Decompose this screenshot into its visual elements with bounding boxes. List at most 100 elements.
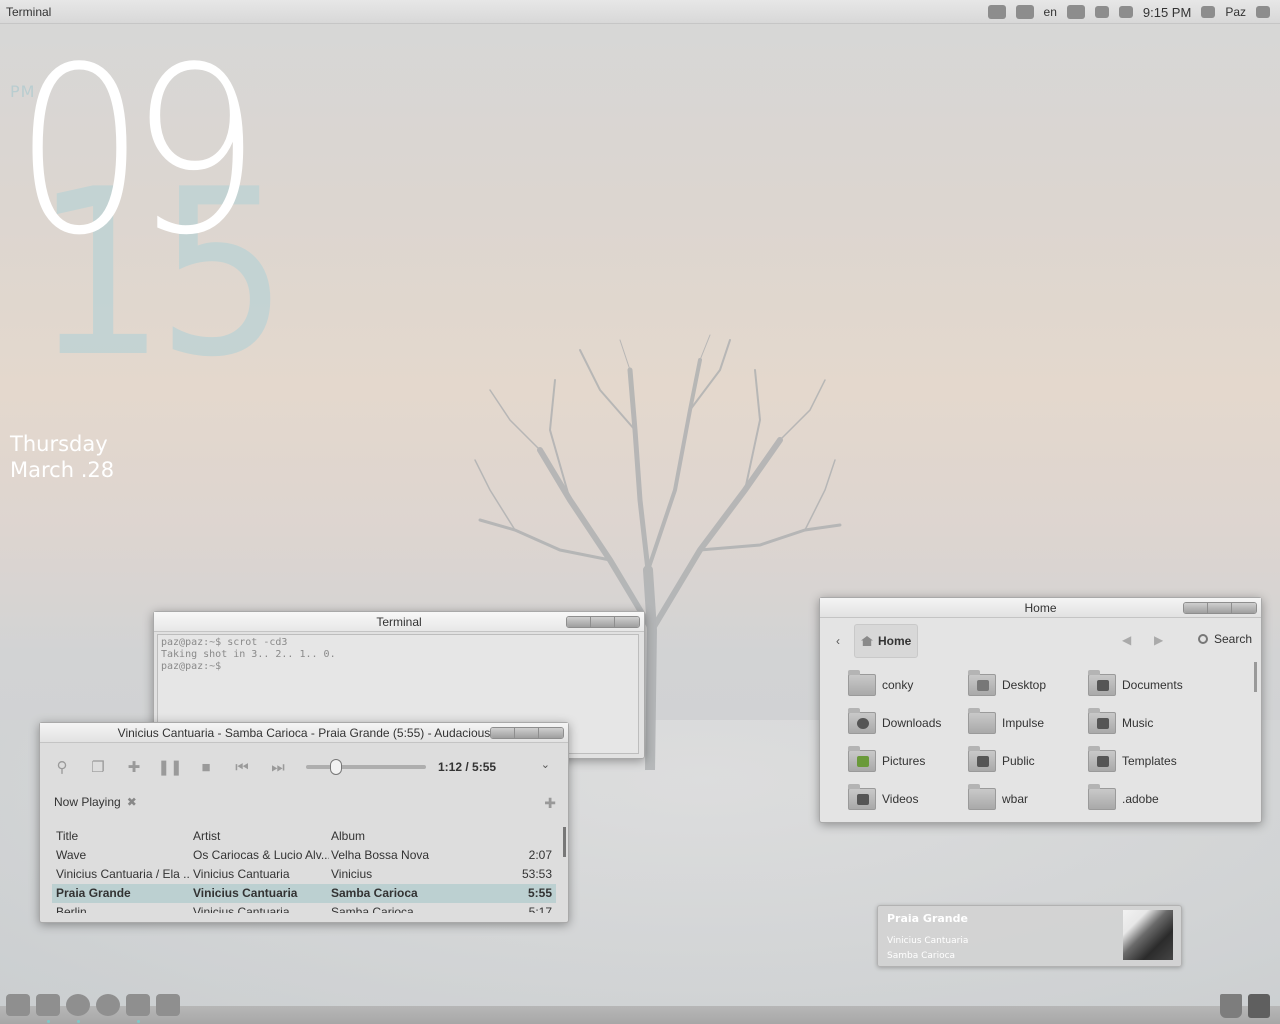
maximize-button[interactable]	[1208, 603, 1232, 613]
mail-icon[interactable]	[1066, 5, 1085, 19]
bottom-dock	[0, 990, 1280, 1024]
playlist-scrollbar[interactable]	[563, 827, 566, 857]
track-album: Samba Carioca	[331, 905, 414, 913]
trash-icon[interactable]	[1220, 994, 1242, 1018]
window-controls	[1183, 602, 1257, 614]
track-length: 2:07	[528, 848, 552, 862]
table-row-playing[interactable]: Praia Grande Vinicius Cantuaria Samba Ca…	[52, 884, 556, 903]
folder-item[interactable]: Pictures	[848, 742, 968, 780]
stop-icon[interactable]: ■	[196, 758, 216, 776]
folder-item[interactable]: conky	[848, 666, 968, 704]
workspace-switcher-icon[interactable]	[1248, 994, 1270, 1018]
folder-item[interactable]: Impulse	[968, 704, 1088, 742]
folder-label: Videos	[882, 792, 919, 806]
table-row[interactable]: Berlin Vinicius Cantuaria Samba Carioca …	[52, 903, 556, 913]
previous-icon[interactable]: ⏮	[232, 758, 252, 776]
track-title: Berlin	[56, 905, 87, 913]
table-row[interactable]: Wave Os Cariocas & Lucio Alv... Velha Bo…	[52, 846, 556, 865]
folder-label: Pictures	[882, 754, 926, 768]
folder-label: Music	[1122, 716, 1154, 730]
running-indicator	[47, 1020, 50, 1023]
seek-slider[interactable]	[306, 759, 426, 775]
chevron-down-icon[interactable]: ⌄	[541, 758, 550, 771]
track-title: Vinicius Cantuaria / Ela ...	[56, 867, 191, 881]
track-title: Wave	[56, 848, 87, 862]
keyboard-layout[interactable]: en	[1044, 5, 1057, 19]
now-playing-notification[interactable]: Praia Grande Vinicius Cantuaria Samba Ca…	[877, 905, 1182, 967]
pause-icon[interactable]: ❚❚	[157, 758, 182, 776]
close-button[interactable]	[615, 617, 639, 627]
table-row[interactable]: Vinicius Cantuaria / Ela ... Vinicius Ca…	[52, 865, 556, 884]
system-tray: en 9:15 PM Paz	[987, 0, 1280, 24]
tab-now-playing[interactable]: Now Playing ✖	[54, 795, 137, 809]
minimize-button[interactable]	[1184, 603, 1208, 613]
terminal-line: Taking shot in 3.. 2.. 1.. 0.	[161, 649, 336, 660]
folder-item[interactable]: Desktop	[968, 666, 1088, 704]
mixer-icon[interactable]	[6, 994, 30, 1016]
minimize-button[interactable]	[567, 617, 591, 627]
playlist-table: Title Artist Album Wave Os Cariocas & Lu…	[52, 827, 556, 913]
puzzle-icon[interactable]	[987, 5, 1006, 19]
audacious-titlebar[interactable]: Vinicius Cantuaria - Samba Carioca - Pra…	[40, 723, 568, 743]
conky-date: March .28	[10, 458, 115, 482]
folder-item[interactable]: Public	[968, 742, 1088, 780]
seek-handle[interactable]	[330, 759, 342, 775]
add-playlist-icon[interactable]: ✚	[544, 795, 556, 812]
back-arrow-icon[interactable]: ◀	[1122, 633, 1131, 647]
maximize-button[interactable]	[515, 728, 539, 738]
breadcrumb-home[interactable]: Home	[854, 624, 919, 658]
downloads-folder-icon	[848, 708, 876, 734]
file-cabinet-icon[interactable]	[36, 994, 60, 1016]
forward-arrow-icon[interactable]: ▶	[1154, 633, 1163, 647]
folder-grid: conky Desktop Documents Downloads Impuls…	[848, 666, 1238, 818]
gear-icon[interactable]	[1256, 6, 1270, 18]
close-button[interactable]	[539, 728, 563, 738]
browser-icon[interactable]	[96, 994, 120, 1016]
active-app-title[interactable]: Terminal	[6, 5, 51, 19]
music-folder-icon	[1088, 708, 1116, 734]
add-files-icon[interactable]: ✚	[124, 758, 144, 776]
folder-item[interactable]: Downloads	[848, 704, 968, 742]
notification-title: Praia Grande	[887, 912, 968, 925]
next-icon[interactable]: ⏭	[268, 758, 288, 776]
templates-folder-icon	[1088, 746, 1116, 772]
folder-item[interactable]: Templates	[1088, 742, 1208, 780]
column-header[interactable]: Artist	[191, 827, 329, 846]
close-button[interactable]	[1232, 603, 1256, 613]
open-files-icon[interactable]: ❐	[88, 758, 108, 776]
terminal-titlebar[interactable]: Terminal	[154, 612, 644, 632]
search-button[interactable]: Search	[1197, 632, 1252, 646]
file-manager-titlebar[interactable]: Home	[820, 598, 1261, 618]
settings-tool-icon[interactable]	[156, 994, 180, 1016]
column-header[interactable]	[504, 827, 554, 846]
user-name[interactable]: Paz	[1225, 5, 1246, 19]
refresh-icon[interactable]	[66, 994, 90, 1016]
terminal-line: paz@paz:~$ scrot -cd3	[161, 637, 288, 648]
track-artist: Vinicius Cantuaria	[193, 867, 290, 881]
folder-item[interactable]: wbar	[968, 780, 1088, 818]
keyboard-icon[interactable]	[1015, 5, 1034, 19]
maximize-button[interactable]	[591, 617, 615, 627]
videos-folder-icon	[848, 784, 876, 810]
file-manager-scrollbar[interactable]	[1254, 662, 1257, 692]
folder-item[interactable]: Videos	[848, 780, 968, 818]
column-header[interactable]: Album	[329, 827, 504, 846]
panel-clock[interactable]: 9:15 PM	[1143, 5, 1191, 20]
folder-item[interactable]: .adobe	[1088, 780, 1208, 818]
volume-icon[interactable]	[1118, 6, 1133, 18]
user-icon[interactable]	[1201, 6, 1216, 18]
track-title: Praia Grande	[56, 886, 131, 900]
file-manager-window[interactable]: Home ‹ Home ◀ ▶ Search conky Desktop Doc…	[819, 597, 1262, 823]
column-header[interactable]: Title	[52, 827, 191, 846]
minimize-button[interactable]	[491, 728, 515, 738]
chevron-left-icon[interactable]: ‹	[836, 634, 840, 648]
terminal-icon[interactable]	[126, 994, 150, 1016]
folder-item[interactable]: Documents	[1088, 666, 1208, 704]
folder-item[interactable]: Music	[1088, 704, 1208, 742]
network-icon[interactable]	[1094, 6, 1109, 18]
search-icon[interactable]: ⚲	[52, 758, 72, 776]
close-icon[interactable]: ✖	[127, 795, 137, 809]
folder-label: Desktop	[1002, 678, 1047, 692]
search-icon	[1197, 634, 1208, 644]
audacious-window[interactable]: Vinicius Cantuaria - Samba Carioca - Pra…	[39, 722, 569, 923]
